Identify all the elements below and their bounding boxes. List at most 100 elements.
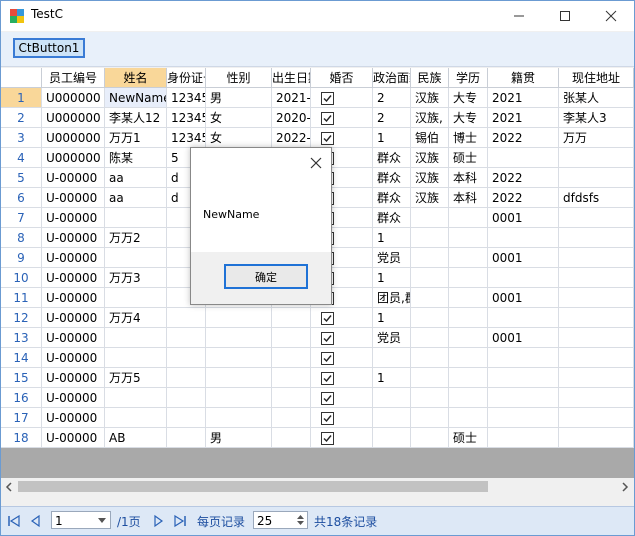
cell-sex[interactable] (206, 388, 272, 408)
cell-id[interactable]: U-00000 (42, 168, 105, 188)
cell-id[interactable]: U-00000 (42, 328, 105, 348)
cell-addr[interactable] (559, 388, 634, 408)
cell-id[interactable]: U-00000 (42, 368, 105, 388)
cell-sex[interactable]: 女 (206, 108, 272, 128)
cell-native[interactable] (488, 388, 559, 408)
cell-pol[interactable]: 1 (373, 308, 411, 328)
cell-eth[interactable]: 锡伯 (411, 128, 449, 148)
cell-edu[interactable] (449, 268, 488, 288)
row-header[interactable]: 5 (1, 168, 42, 188)
cell-idno[interactable] (167, 408, 206, 428)
married-checkbox-cell[interactable] (311, 428, 373, 448)
row-header[interactable]: 12 (1, 308, 42, 328)
cell-name[interactable] (105, 348, 167, 368)
cell-name[interactable] (105, 208, 167, 228)
cell-sex[interactable] (206, 308, 272, 328)
table-row[interactable]: 1U000000NewName1234564男2021-05- 2汉族大专2021… (1, 88, 634, 108)
cell-addr[interactable] (559, 428, 634, 448)
cell-addr[interactable] (559, 208, 634, 228)
ct-button-1[interactable]: CtButton1 (13, 38, 85, 58)
cell-edu[interactable]: 大专 (449, 88, 488, 108)
cell-edu[interactable] (449, 368, 488, 388)
checkbox-checked-icon[interactable] (321, 432, 334, 445)
cell-name[interactable]: 陈某 (105, 148, 167, 168)
married-checkbox-cell[interactable] (311, 108, 373, 128)
row-header[interactable]: 2 (1, 108, 42, 128)
cell-pol[interactable]: 党员 (373, 328, 411, 348)
cell-idno[interactable] (167, 388, 206, 408)
cell-pol[interactable]: 群众 (373, 168, 411, 188)
cell-edu[interactable] (449, 288, 488, 308)
cell-idno[interactable]: 1234565 (167, 108, 206, 128)
cell-sex[interactable]: 女 (206, 128, 272, 148)
cell-birth[interactable]: 2021-05- (272, 88, 311, 108)
cell-name[interactable]: 万万2 (105, 228, 167, 248)
scroll-left-icon[interactable] (5, 482, 13, 492)
cell-name[interactable]: 李某人12 (105, 108, 167, 128)
column-header[interactable]: 员工编号 (42, 68, 105, 88)
table-row[interactable]: 13 U-00000 党员 0001 (1, 328, 634, 348)
cell-native[interactable] (488, 228, 559, 248)
row-header[interactable]: 18 (1, 428, 42, 448)
column-header[interactable]: 籍贯 (488, 68, 559, 88)
cell-edu[interactable]: 大专 (449, 108, 488, 128)
row-header[interactable]: 15 (1, 368, 42, 388)
scrollbar-thumb[interactable] (18, 481, 488, 492)
cell-birth[interactable] (272, 348, 311, 368)
married-checkbox-cell[interactable] (311, 308, 373, 328)
cell-native[interactable] (488, 408, 559, 428)
table-row[interactable]: 15 U-00000 万万5 1 (1, 368, 634, 388)
column-header[interactable]: 身份证号 (167, 68, 206, 88)
column-header[interactable]: 政治面貌 (373, 68, 411, 88)
cell-native[interactable]: 2022 (488, 188, 559, 208)
cell-edu[interactable] (449, 208, 488, 228)
cell-edu[interactable]: 硕士 (449, 148, 488, 168)
cell-edu[interactable] (449, 388, 488, 408)
table-row[interactable]: 14 U-00000 (1, 348, 634, 368)
cell-name[interactable] (105, 328, 167, 348)
cell-name[interactable]: AB (105, 428, 167, 448)
cell-idno[interactable] (167, 428, 206, 448)
scroll-right-icon[interactable] (621, 482, 629, 492)
checkbox-checked-icon[interactable] (321, 372, 334, 385)
cell-eth[interactable] (411, 228, 449, 248)
table-row[interactable]: 18 U-00000 AB 男 硕士 (1, 428, 634, 448)
cell-pol[interactable] (373, 388, 411, 408)
stepper-arrows-icon[interactable] (297, 514, 304, 526)
cell-addr[interactable] (559, 168, 634, 188)
checkbox-checked-icon[interactable] (321, 312, 334, 325)
married-checkbox-cell[interactable] (311, 388, 373, 408)
cell-edu[interactable]: 本科 (449, 188, 488, 208)
cell-native[interactable]: 0001 (488, 288, 559, 308)
next-page-icon[interactable] (151, 514, 165, 528)
cell-idno[interactable]: 1234564 (167, 88, 206, 108)
cell-edu[interactable] (449, 328, 488, 348)
cell-native[interactable]: 2021 (488, 88, 559, 108)
cell-idno[interactable] (167, 308, 206, 328)
cell-id[interactable]: U-00000 (42, 388, 105, 408)
table-row[interactable]: 2U000000李某人121234565女2020-05-2汉族,大专2021李… (1, 108, 634, 128)
page-size-stepper[interactable]: 25 (253, 511, 308, 529)
cell-sex[interactable]: 男 (206, 88, 272, 108)
cell-native[interactable]: 2022 (488, 128, 559, 148)
cell-addr[interactable] (559, 328, 634, 348)
cell-sex[interactable] (206, 348, 272, 368)
cell-addr[interactable] (559, 228, 634, 248)
ok-button[interactable]: 确定 (224, 264, 308, 289)
cell-name[interactable] (105, 248, 167, 268)
row-header[interactable]: 16 (1, 388, 42, 408)
cell-pol[interactable]: 1 (373, 228, 411, 248)
cell-idno[interactable]: 1234546 (167, 128, 206, 148)
cell-addr[interactable] (559, 408, 634, 428)
cell-native[interactable] (488, 348, 559, 368)
married-checkbox-cell[interactable] (311, 348, 373, 368)
cell-pol[interactable]: 1 (373, 268, 411, 288)
cell-name[interactable]: 万万5 (105, 368, 167, 388)
cell-edu[interactable] (449, 248, 488, 268)
horizontal-scrollbar[interactable] (1, 478, 634, 496)
cell-addr[interactable] (559, 248, 634, 268)
cell-eth[interactable]: 汉族, (411, 108, 449, 128)
cell-edu[interactable] (449, 408, 488, 428)
last-page-icon[interactable] (173, 514, 187, 528)
checkbox-checked-icon[interactable] (321, 412, 334, 425)
